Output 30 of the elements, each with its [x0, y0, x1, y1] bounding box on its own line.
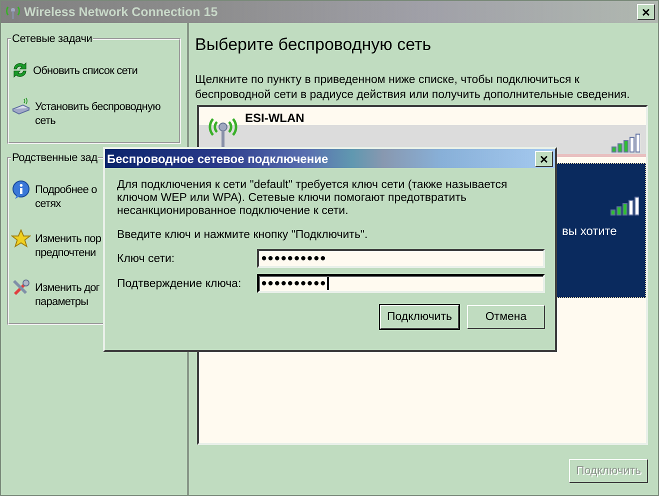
tools-icon	[11, 278, 31, 298]
task-link[interactable]: Изменить пор предпочтени	[35, 229, 102, 260]
task-link[interactable]: Подробнее о сетях	[35, 180, 97, 211]
dialog-button[interactable]: Отмена	[467, 305, 545, 329]
star-icon	[11, 229, 31, 249]
close-button[interactable]: ×	[637, 4, 655, 20]
network-name: ESI-WLAN	[245, 111, 304, 125]
signal-strength-icon	[611, 133, 640, 153]
instructions-text: Щелкните по пункту в приведенном ниже списке, чтобы подключиться к беспроводной сети в радиусе действия или получить дополнительные сведения.	[195, 73, 631, 103]
window-title: Wireless Network Connection 15	[24, 5, 219, 19]
field-label: Ключ сети:	[117, 252, 176, 264]
network-card-icon	[11, 97, 31, 115]
network-status: вы хотите	[562, 224, 617, 238]
signal-strength-icon	[610, 196, 639, 216]
password-field[interactable]: ●●●●●●●●●●	[257, 249, 545, 268]
page-heading: Выберите беспроводную сеть	[195, 35, 432, 55]
info-icon	[11, 180, 31, 200]
password-field[interactable]: ●●●●●●●●●●	[257, 274, 545, 293]
dialog-message: Для подключения к сети "default" требуется ключ сети (также называется ключом WEP или WPA). Сетевые ключи помогают предотвратить несанкционированное подключение к сети.	[117, 179, 508, 218]
group-title: Сетевые задачи	[11, 33, 94, 45]
task-link[interactable]: Изменить дог параметры	[35, 278, 100, 309]
refresh-icon	[11, 61, 29, 79]
field-label: Подтверждение ключа:	[117, 278, 242, 290]
dialog-prompt: Введите ключ и нажмите кнопку "Подключить".	[117, 229, 369, 241]
wireless-icon	[5, 5, 21, 19]
task-link[interactable]: Обновить список сети	[33, 61, 138, 78]
group-title: Родственные зад	[11, 152, 98, 164]
dialog-button[interactable]: Подключить	[380, 305, 459, 329]
task-link[interactable]: Установить беспроводную сеть	[35, 97, 160, 128]
dialog-close-button[interactable]: ×	[535, 150, 553, 166]
